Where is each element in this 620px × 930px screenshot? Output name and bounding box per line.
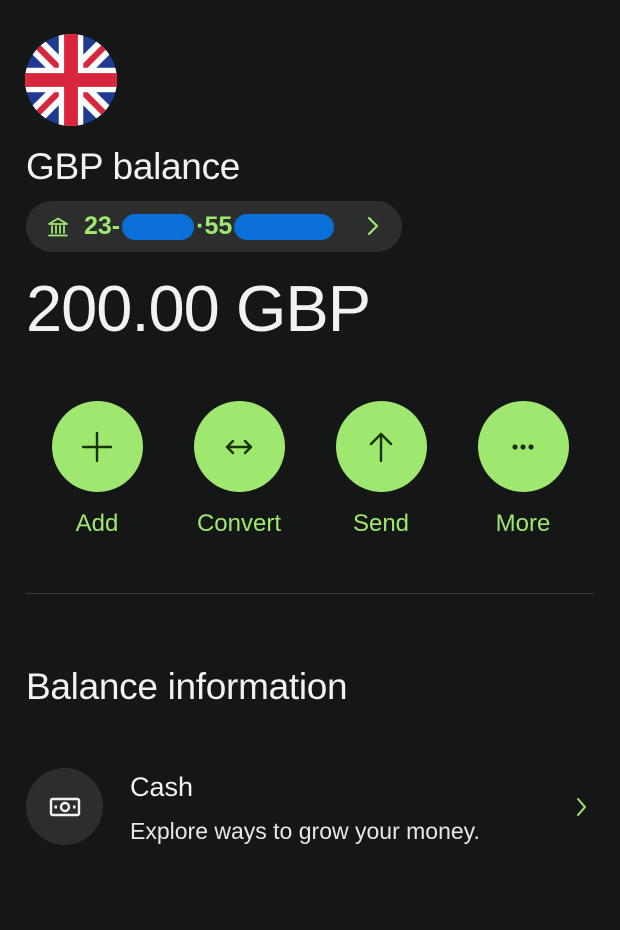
banknote-icon [26, 768, 103, 845]
convert-label: Convert [196, 510, 282, 537]
add-money-button[interactable]: Add [42, 401, 152, 539]
account-details-button[interactable]: 23- ·55 [26, 201, 402, 252]
chevron-right-icon [575, 796, 588, 818]
more-label: More [495, 510, 551, 537]
uk-flag-icon [25, 34, 117, 126]
send-label: Send [352, 510, 410, 537]
convert-button[interactable]: Convert [184, 401, 294, 539]
cash-list-item[interactable]: Cash Explore ways to grow your money. [26, 768, 594, 848]
add-label: Add [75, 510, 119, 537]
redaction-mark [122, 213, 195, 240]
account-number-prefix: 23- [84, 212, 121, 240]
plus-icon [51, 401, 143, 492]
cash-title: Cash [130, 772, 194, 802]
bank-icon [46, 215, 70, 239]
send-button[interactable]: Send [326, 401, 436, 539]
more-dots-icon [477, 401, 569, 492]
arrow-up-icon [335, 401, 427, 492]
cash-subtitle: Explore ways to grow your money. [130, 818, 480, 844]
balance-amount: 200.00 GBP [26, 272, 371, 345]
chevron-right-icon [366, 214, 380, 238]
redaction-mark [234, 213, 335, 240]
section-title: Balance information [26, 666, 348, 707]
swap-horizontal-icon [193, 401, 285, 492]
more-button[interactable]: More [468, 401, 578, 539]
account-number-middle: ·55 [196, 212, 233, 240]
divider [26, 593, 594, 594]
page-title: GBP balance [26, 146, 241, 187]
